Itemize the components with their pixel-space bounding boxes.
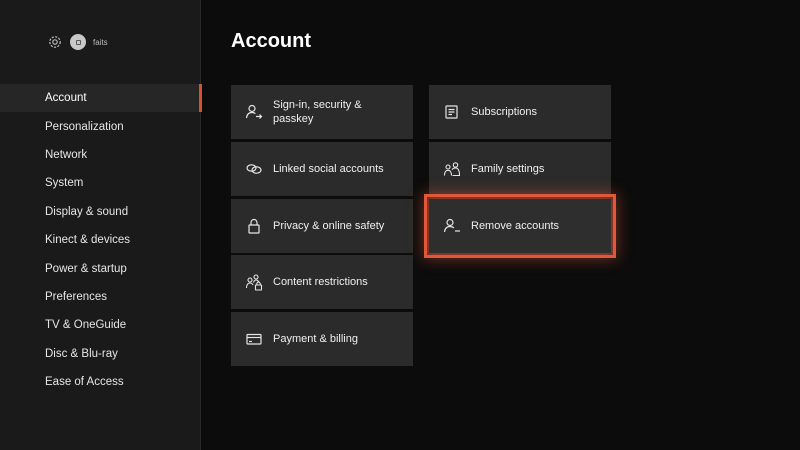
tile-payment-billing[interactable]: Payment & billing	[231, 312, 413, 366]
tile-label: Family settings	[471, 163, 545, 175]
tile-linked-social-accounts[interactable]: Linked social accounts	[231, 142, 413, 196]
tile-subscriptions[interactable]: Subscriptions	[429, 85, 611, 139]
family-icon	[443, 160, 461, 178]
tile-label: Privacy & online safety	[273, 220, 385, 232]
tile-label: Payment & billing	[273, 333, 358, 345]
tile-label: Content restrictions	[273, 276, 368, 288]
sidebar-item-kinect-devices[interactable]: Kinect & devices	[0, 226, 201, 254]
link-icon	[245, 160, 263, 178]
tile-privacy-online-safety[interactable]: Privacy & online safety	[231, 199, 413, 253]
settings-screen: faits Account Personalization Network Sy…	[0, 0, 800, 450]
settings-nav: Account Personalization Network System D…	[0, 84, 202, 396]
sidebar-item-account[interactable]: Account	[0, 84, 202, 113]
sidebar-item-personalization[interactable]: Personalization	[0, 112, 201, 140]
tile-content-restrictions[interactable]: Content restrictions	[231, 255, 413, 309]
avatar[interactable]	[70, 34, 86, 50]
sidebar: faits Account Personalization Network Sy…	[0, 0, 202, 450]
tile-remove-accounts[interactable]: Remove accounts	[424, 194, 616, 258]
lock-icon	[245, 217, 263, 235]
sidebar-item-tv-oneguide[interactable]: TV & OneGuide	[0, 311, 201, 339]
sidebar-item-system[interactable]: System	[0, 169, 201, 197]
gamertag: faits	[93, 37, 108, 47]
page-title: Account	[231, 30, 311, 52]
person-arrow-icon	[245, 103, 263, 121]
tile-label: Remove accounts	[471, 220, 560, 232]
card-icon	[245, 330, 263, 348]
list-icon	[443, 103, 461, 121]
sidebar-item-power-startup[interactable]: Power & startup	[0, 254, 201, 282]
tile-family-settings[interactable]: Family settings	[429, 142, 611, 196]
person-minus-icon	[443, 217, 461, 235]
sidebar-item-display-sound[interactable]: Display & sound	[0, 198, 201, 226]
sidebar-item-preferences[interactable]: Preferences	[0, 283, 201, 311]
sidebar-item-disc-bluray[interactable]: Disc & Blu-ray	[0, 340, 201, 368]
sidebar-item-network[interactable]: Network	[0, 141, 201, 169]
profile-header: faits	[46, 32, 108, 52]
family-lock-icon	[245, 273, 263, 291]
tile-sign-in-security[interactable]: Sign-in, security & passkey	[231, 85, 413, 139]
tile-label: Linked social accounts	[273, 163, 384, 175]
gear-icon[interactable]	[46, 33, 64, 51]
sidebar-item-ease-of-access[interactable]: Ease of Access	[0, 368, 201, 396]
tile-label: Sign-in, security & passkey	[273, 99, 362, 125]
tile-label: Subscriptions	[471, 106, 538, 118]
